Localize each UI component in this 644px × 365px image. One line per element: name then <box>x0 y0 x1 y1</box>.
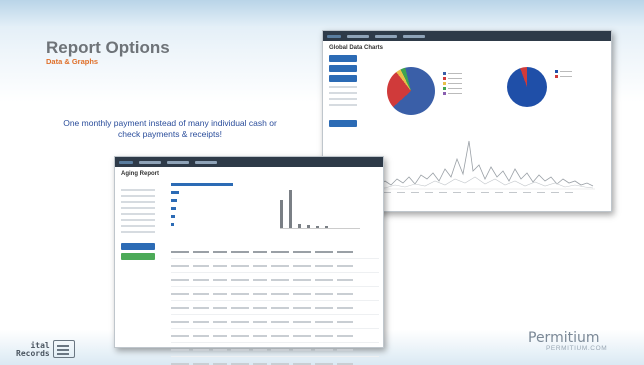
bar <box>325 226 328 228</box>
window-titlebar <box>115 157 383 167</box>
table-row[interactable] <box>171 329 379 343</box>
sidebar-button[interactable] <box>329 75 357 82</box>
table-header-row <box>171 245 379 259</box>
divider <box>121 195 155 197</box>
aging-report-window: Aging Report <box>114 156 384 365</box>
sidebar-button[interactable] <box>329 65 357 72</box>
divider <box>329 104 357 106</box>
bar <box>298 224 301 228</box>
divider <box>121 231 155 233</box>
divider <box>121 189 155 191</box>
table-row[interactable] <box>171 273 379 287</box>
vertical-bar-chart <box>280 189 360 229</box>
bar <box>171 223 174 226</box>
divider <box>121 219 155 221</box>
nav-tab[interactable] <box>347 34 369 38</box>
nav-tab[interactable] <box>375 34 397 38</box>
table-row[interactable] <box>171 259 379 273</box>
charts-sidebar <box>329 55 357 130</box>
horizontal-bar-chart <box>171 183 251 231</box>
sidebar-button[interactable] <box>329 120 357 127</box>
sidebar-button-green[interactable] <box>121 253 155 260</box>
document-icon <box>52 340 75 358</box>
divider <box>329 92 357 94</box>
bar <box>289 190 292 228</box>
window-logo-icon <box>119 160 133 164</box>
permitium-logo: Permitium PERMITIUM.COM <box>528 330 607 352</box>
bar <box>316 226 319 228</box>
divider <box>121 201 155 203</box>
slide-bullet-text: One monthly payment instead of many indi… <box>63 118 277 139</box>
bar <box>171 199 177 202</box>
charts-heading: Global Data Charts <box>329 45 384 51</box>
table-row[interactable] <box>171 357 379 365</box>
table-row[interactable] <box>171 343 379 357</box>
table-row[interactable] <box>171 287 379 301</box>
table-row[interactable] <box>171 315 379 329</box>
window-titlebar <box>323 31 611 41</box>
nav-tab[interactable] <box>195 160 217 164</box>
sidebar-button[interactable] <box>329 55 357 62</box>
nav-tab[interactable] <box>167 160 189 164</box>
divider <box>329 86 357 88</box>
window-logo-icon <box>327 34 341 38</box>
bar <box>171 183 233 186</box>
bar <box>280 200 283 228</box>
pie-chart-right <box>507 67 547 107</box>
presentation-slide: Report Options Data & Graphs Global Data… <box>0 0 644 365</box>
pie-chart-left <box>387 67 435 115</box>
divider <box>121 225 155 227</box>
divider <box>121 213 155 215</box>
line-chart <box>365 140 595 193</box>
permitium-logo-name: Permitium <box>528 330 600 346</box>
bar <box>171 191 179 194</box>
divider <box>121 207 155 209</box>
slide-title: Report Options <box>46 38 170 57</box>
pie-legend-left <box>443 71 462 96</box>
aging-heading: Aging Report <box>121 171 159 177</box>
bar <box>307 225 310 228</box>
slide-header-band <box>0 0 644 26</box>
aging-table <box>171 245 379 365</box>
pie-legend-right <box>555 69 572 79</box>
nav-tab[interactable] <box>139 160 161 164</box>
slide-subtitle: Data & Graphs <box>46 57 99 66</box>
permitium-logo-url: PERMITIUM.COM <box>546 345 608 352</box>
aging-sidebar <box>121 185 155 263</box>
sidebar-button[interactable] <box>121 243 155 250</box>
records-logo-text: ital Records <box>16 342 50 358</box>
bar <box>171 207 176 210</box>
nav-tab[interactable] <box>403 34 425 38</box>
table-row[interactable] <box>171 301 379 315</box>
records-logo: ital Records <box>16 340 75 358</box>
logo-line-bottom: Records <box>16 349 50 358</box>
divider <box>329 98 357 100</box>
bar <box>171 215 175 218</box>
